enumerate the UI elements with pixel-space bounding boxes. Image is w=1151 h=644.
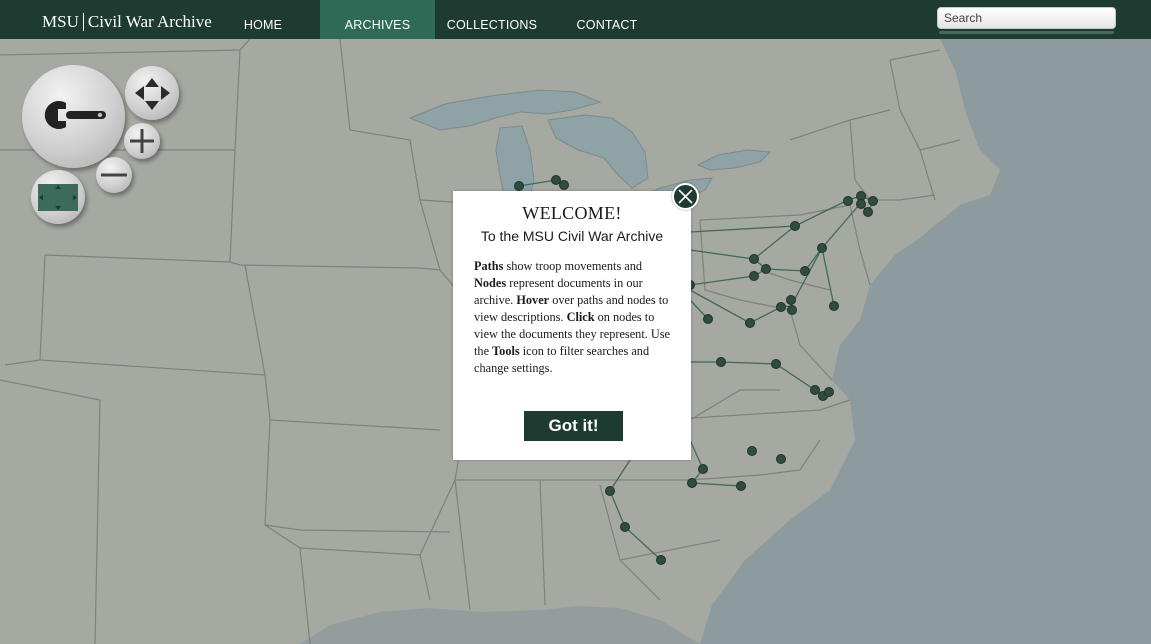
- dialog-subtitle: To the MSU Civil War Archive: [480, 228, 664, 244]
- welcome-dialog: WELCOME! To the MSU Civil War Archive Pa…: [453, 191, 691, 460]
- nav-collections[interactable]: COLLECTIONS: [444, 0, 540, 39]
- logo-separator: [82, 13, 84, 31]
- plus-icon: [130, 129, 154, 153]
- full-extent-icon: [38, 184, 78, 211]
- dialog-body: Paths show troop movements and Nodes rep…: [474, 258, 670, 377]
- body-term-tools: Tools: [492, 344, 520, 358]
- body-term-paths: Paths: [474, 259, 504, 273]
- dialog-title: WELCOME!: [522, 203, 622, 223]
- full-extent-button[interactable]: [31, 170, 85, 224]
- nav-contact[interactable]: CONTACT: [570, 0, 644, 39]
- close-dialog-button[interactable]: [672, 183, 699, 210]
- nav-archives[interactable]: ARCHIVES: [320, 0, 435, 39]
- got-it-button[interactable]: Got it!: [524, 411, 623, 441]
- body-term-hover: Hover: [516, 293, 550, 307]
- logo-title: Civil War Archive: [87, 12, 212, 31]
- nav-home[interactable]: HOME: [228, 0, 298, 39]
- search-input[interactable]: [937, 7, 1116, 29]
- pan-control[interactable]: [125, 66, 179, 120]
- body-term-nodes: Nodes: [474, 276, 507, 290]
- search-underline: [939, 31, 1114, 34]
- wrench-icon: [44, 101, 106, 129]
- close-icon: [678, 189, 693, 204]
- search-box: [937, 7, 1116, 34]
- top-navigation-bar: MSU Civil War Archive HOME ARCHIVES COLL…: [0, 0, 1151, 39]
- site-logo[interactable]: MSU Civil War Archive: [42, 12, 212, 32]
- pan-arrows-icon: [135, 78, 170, 110]
- logo-msu: MSU: [42, 12, 79, 31]
- minus-icon: [101, 173, 127, 177]
- zoom-in-button[interactable]: [124, 123, 160, 159]
- tools-button[interactable]: [22, 65, 125, 168]
- zoom-out-button[interactable]: [96, 157, 132, 193]
- body-text: show troop movements and: [503, 259, 643, 273]
- body-term-click: Click: [566, 310, 595, 324]
